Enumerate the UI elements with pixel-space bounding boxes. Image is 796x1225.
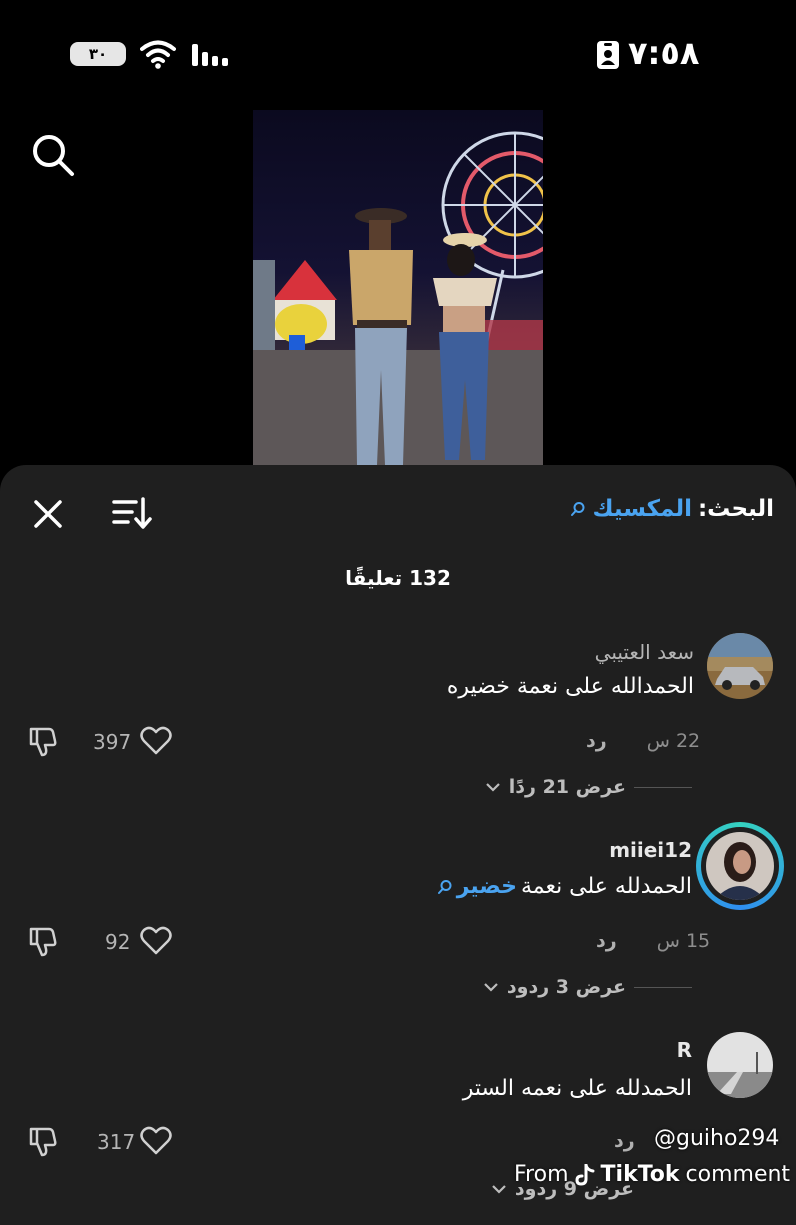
video-preview[interactable]	[253, 110, 543, 470]
watermark-suffix: comment	[685, 1162, 791, 1187]
battery-level: ٣٠	[88, 45, 108, 63]
wifi-icon	[140, 40, 176, 69]
dislike-icon[interactable]	[26, 924, 60, 958]
comment-text: الحمدلله على نعمة خضير	[437, 874, 692, 899]
search-icon[interactable]	[30, 132, 76, 178]
dislike-icon[interactable]	[26, 724, 60, 758]
avatar[interactable]	[707, 1032, 773, 1098]
like-icon[interactable]	[139, 724, 173, 758]
comment-meta: رد 22 س	[586, 730, 700, 752]
like-count: 397	[93, 730, 132, 754]
comment-meta: رد 15 س	[596, 930, 710, 952]
like-icon[interactable]	[139, 1124, 173, 1158]
reply-button[interactable]: رد	[614, 1130, 635, 1152]
comment-text: الحمدلله على نعمه الستر	[463, 1076, 692, 1101]
reply-button[interactable]: رد	[596, 930, 617, 952]
view-replies-label: عرض 3 ردود	[506, 976, 626, 998]
tiktok-watermark: From TikTok comment	[514, 1162, 790, 1187]
view-replies-button[interactable]: عرض 21 ردًا	[485, 776, 692, 798]
comment-time: 22 س	[646, 730, 701, 752]
status-bar: ٣٠ ٧:٥٨	[0, 0, 796, 110]
avatar-car-image	[707, 633, 773, 699]
comment-username[interactable]: R	[677, 1038, 692, 1062]
search-icon	[437, 879, 452, 894]
comment-body: الحمدلله على نعمة	[520, 874, 692, 899]
signal-icon	[192, 44, 228, 66]
search-term-link[interactable]: المكسيك	[592, 496, 692, 522]
search-icon	[571, 502, 585, 516]
id-card-icon	[597, 41, 619, 69]
avatar-landscape-image	[707, 1032, 773, 1098]
comment-count: 132 تعليقًا	[345, 566, 451, 590]
dislike-icon[interactable]	[26, 1124, 60, 1158]
battery-icon: ٣٠	[70, 42, 126, 66]
like-icon[interactable]	[139, 924, 173, 958]
avatar-story-ring[interactable]	[696, 822, 784, 910]
search-query-header: البحث: المكسيك	[570, 496, 774, 522]
divider-line	[634, 786, 692, 788]
view-replies-button[interactable]: عرض 3 ردود	[483, 976, 692, 998]
comment-meta: رد	[614, 1130, 635, 1152]
avatar-woman-image	[706, 832, 774, 900]
comment-body: الحمدالله على نعمة خضيره	[446, 674, 694, 699]
chevron-down-icon	[492, 1185, 506, 1194]
watermark-brand: TikTok	[600, 1162, 680, 1187]
comment-username[interactable]: miiei12	[609, 838, 692, 862]
view-replies-label: عرض 21 ردًا	[508, 776, 626, 798]
sort-icon[interactable]	[110, 494, 152, 532]
comment-body: الحمدلله على نعمه الستر	[462, 1076, 692, 1101]
search-label: البحث:	[697, 496, 774, 522]
divider-line	[634, 986, 692, 988]
reply-button[interactable]: رد	[586, 730, 607, 752]
watermark-from-label: From	[514, 1162, 569, 1187]
status-clock: ٧:٥٨	[628, 34, 700, 72]
video-scene-image	[253, 131, 543, 470]
close-icon[interactable]	[30, 496, 66, 532]
comment-text: الحمدالله على نعمة خضيره	[447, 674, 694, 699]
avatar	[706, 832, 774, 900]
highlighted-keyword-link[interactable]: خضير	[457, 874, 517, 899]
chevron-down-icon	[485, 783, 500, 792]
comment-username[interactable]: سعد العتيبي	[595, 640, 694, 664]
tiktok-logo-icon	[575, 1163, 595, 1186]
watermark-username: @guiho294	[654, 1126, 780, 1151]
like-count: 317	[97, 1130, 136, 1154]
chevron-down-icon	[484, 983, 498, 992]
like-count: 92	[105, 930, 131, 954]
comment-time: 15 س	[656, 930, 711, 952]
avatar[interactable]	[707, 633, 773, 699]
